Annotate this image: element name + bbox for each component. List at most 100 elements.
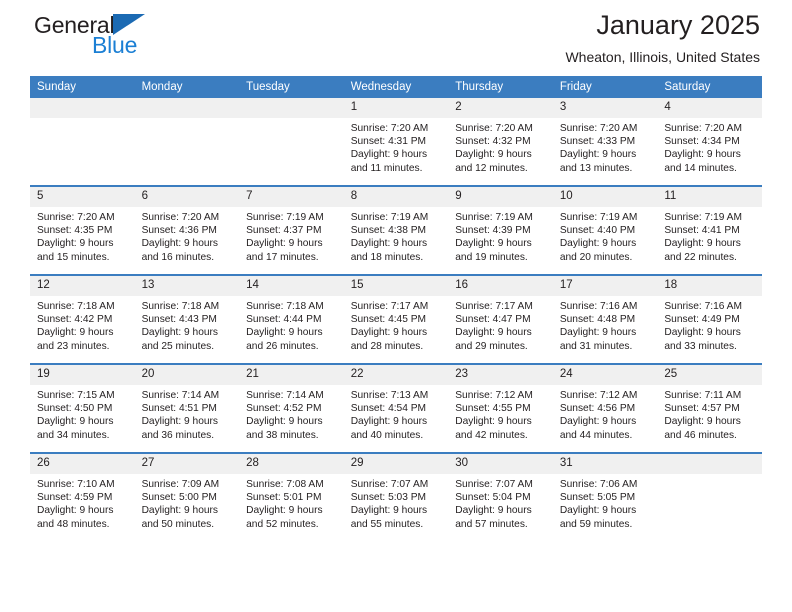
day-number: 15 (343, 276, 449, 296)
calendar-day-cell[interactable]: 23 Sunrise: 7:12 AM Sunset: 4:55 PM Dayligh… (448, 363, 553, 453)
day-sun-info: Sunrise: 7:11 AM Sunset: 4:57 PM Daylight:… (657, 385, 762, 443)
calendar-day-cell[interactable]: 20 Sunrise: 7:14 AM Sunset: 4:51 PM Dayligh… (134, 363, 240, 453)
day-number: 4 (657, 98, 762, 118)
day-info-line: Sunrise: 7:12 AM (559, 389, 638, 401)
day-number: 14 (239, 276, 344, 296)
day-sun-info: Sunrise: 7:19 AM Sunset: 4:40 PM Daylight:… (553, 207, 658, 265)
day-info-line: Sunrise: 7:20 AM (559, 122, 638, 134)
day-info-line: and 20 minutes. (559, 251, 633, 263)
day-info-line: Daylight: 9 hours (37, 416, 114, 428)
calendar-day-cell[interactable]: 17 Sunrise: 7:16 AM Sunset: 4:48 PM Dayligh… (552, 274, 658, 364)
day-sun-info: Sunrise: 7:08 AM Sunset: 5:01 PM Daylight:… (239, 474, 344, 532)
day-number: 23 (448, 365, 553, 385)
day-info-line: Sunset: 4:48 PM (559, 314, 636, 326)
day-sun-info: Sunrise: 7:15 AM Sunset: 4:50 PM Daylight:… (30, 385, 135, 443)
day-info-line: Sunset: 4:31 PM (350, 136, 427, 148)
day-number (30, 98, 135, 118)
calendar-day-cell[interactable]: 16 Sunrise: 7:17 AM Sunset: 4:47 PM Dayligh… (448, 274, 553, 364)
day-info-line: Sunset: 4:35 PM (37, 225, 113, 237)
day-info-line: Daylight: 9 hours (559, 416, 637, 428)
day-info-line: Sunset: 5:04 PM (455, 492, 531, 504)
day-info-line: Sunset: 4:54 PM (350, 403, 427, 415)
calendar-day-cell[interactable]: 8 Sunrise: 7:19 AM Sunset: 4:38 PM Daylight… (343, 185, 449, 275)
day-info-line: Sunrise: 7:19 AM (455, 211, 533, 223)
day-number: 5 (30, 187, 135, 207)
day-info-line: Sunset: 4:56 PM (559, 403, 636, 415)
day-sun-info: Sunrise: 7:18 AM Sunset: 4:43 PM Daylight:… (135, 296, 240, 354)
day-info-line: and 55 minutes. (350, 518, 424, 530)
day-info-line: and 48 minutes. (37, 518, 110, 530)
day-sun-info: Sunrise: 7:20 AM Sunset: 4:36 PM Daylight:… (135, 207, 240, 265)
day-number: 22 (343, 365, 449, 385)
calendar-day-cell[interactable]: 21 Sunrise: 7:14 AM Sunset: 4:52 PM Dayligh… (239, 363, 344, 453)
day-info-line: Sunrise: 7:11 AM (664, 389, 742, 401)
calendar-day-cell[interactable]: 26 Sunrise: 7:10 AM Sunset: 4:59 PM Dayligh… (30, 452, 135, 541)
day-info-line: Daylight: 9 hours (455, 238, 532, 250)
calendar-day-cell[interactable]: 19 Sunrise: 7:15 AM Sunset: 4:50 PM Dayligh… (30, 363, 135, 453)
calendar-day-cell[interactable]: 22 Sunrise: 7:13 AM Sunset: 4:54 PM Dayligh… (343, 363, 449, 453)
calendar-day-cell[interactable]: 28 Sunrise: 7:08 AM Sunset: 5:01 PM Dayligh… (239, 452, 344, 541)
day-info-line: Sunrise: 7:20 AM (455, 122, 533, 134)
day-number: 31 (552, 454, 658, 474)
calendar-week-row: 1 Sunrise: 7:20 AM Sunset: 4:31 PM Daylight… (30, 98, 762, 186)
day-info-line: Sunset: 4:38 PM (350, 225, 427, 237)
day-info-line: Daylight: 9 hours (350, 505, 428, 517)
day-info-line: Sunrise: 7:20 AM (350, 122, 429, 134)
calendar-day-cell[interactable]: 10 Sunrise: 7:19 AM Sunset: 4:40 PM Dayligh… (552, 185, 658, 275)
calendar-day-cell[interactable]: 1 Sunrise: 7:20 AM Sunset: 4:31 PM Daylight… (343, 98, 449, 186)
day-sun-info: Sunrise: 7:10 AM Sunset: 4:59 PM Daylight:… (30, 474, 135, 532)
calendar-day-cell[interactable]: 14 Sunrise: 7:18 AM Sunset: 4:44 PM Dayligh… (239, 274, 344, 364)
calendar-week-row: 12 Sunrise: 7:18 AM Sunset: 4:42 PM Dayligh… (30, 274, 762, 364)
calendar-day-cell[interactable]: 24 Sunrise: 7:12 AM Sunset: 4:56 PM Dayligh… (552, 363, 658, 453)
day-number: 26 (30, 454, 135, 474)
calendar-day-cell[interactable]: 15 Sunrise: 7:17 AM Sunset: 4:45 PM Dayligh… (343, 274, 449, 364)
day-sun-info: Sunrise: 7:06 AM Sunset: 5:05 PM Daylight:… (553, 474, 658, 532)
calendar-day-cell[interactable]: 2 Sunrise: 7:20 AM Sunset: 4:32 PM Daylight… (448, 98, 553, 186)
calendar-day-cell[interactable]: 29 Sunrise: 7:07 AM Sunset: 5:03 PM Dayligh… (343, 452, 449, 541)
calendar-day-cell[interactable]: 6 Sunrise: 7:20 AM Sunset: 4:36 PM Daylight… (134, 185, 240, 275)
day-number: 10 (552, 187, 658, 207)
calendar-empty-cell (239, 98, 344, 186)
day-number: 12 (30, 276, 135, 296)
calendar-day-cell[interactable]: 7 Sunrise: 7:19 AM Sunset: 4:37 PM Daylight… (239, 185, 344, 275)
weekday-header-cell: Saturday (657, 76, 762, 98)
calendar-day-cell[interactable]: 18 Sunrise: 7:16 AM Sunset: 4:49 PM Dayligh… (657, 274, 762, 364)
day-number: 6 (134, 187, 240, 207)
day-number: 9 (448, 187, 553, 207)
day-info-line: and 59 minutes. (559, 518, 633, 530)
calendar-day-cell[interactable]: 27 Sunrise: 7:09 AM Sunset: 5:00 PM Dayligh… (134, 452, 240, 541)
day-number: 8 (343, 187, 449, 207)
day-info-line: and 57 minutes. (455, 518, 528, 530)
day-sun-info: Sunrise: 7:09 AM Sunset: 5:00 PM Daylight:… (135, 474, 240, 532)
day-info-line: Daylight: 9 hours (664, 416, 741, 428)
calendar-day-cell[interactable]: 12 Sunrise: 7:18 AM Sunset: 4:42 PM Dayligh… (30, 274, 135, 364)
calendar-day-cell[interactable]: 30 Sunrise: 7:07 AM Sunset: 5:04 PM Dayligh… (448, 452, 553, 541)
day-info-line: and 29 minutes. (455, 340, 528, 352)
day-info-line: Sunrise: 7:17 AM (455, 300, 533, 312)
weekday-header-cell: Tuesday (239, 76, 344, 98)
calendar-day-cell[interactable]: 4 Sunrise: 7:20 AM Sunset: 4:34 PM Daylight… (657, 98, 762, 186)
day-info-line: Sunset: 5:00 PM (141, 492, 217, 504)
calendar-day-cell[interactable]: 3 Sunrise: 7:20 AM Sunset: 4:33 PM Daylight… (552, 98, 658, 186)
calendar-day-cell[interactable]: 13 Sunrise: 7:18 AM Sunset: 4:43 PM Dayligh… (134, 274, 240, 364)
day-info-line: Daylight: 9 hours (246, 505, 323, 517)
day-number: 25 (657, 365, 762, 385)
calendar-day-cell[interactable]: 5 Sunrise: 7:20 AM Sunset: 4:35 PM Daylight… (30, 185, 135, 275)
day-number: 29 (343, 454, 449, 474)
day-sun-info: Sunrise: 7:20 AM Sunset: 4:32 PM Daylight:… (448, 118, 553, 176)
calendar-day-cell[interactable]: 9 Sunrise: 7:19 AM Sunset: 4:39 PM Daylight… (448, 185, 553, 275)
page-header: General Blue January 2025 Wheaton, Illin… (30, 0, 762, 76)
day-number (134, 98, 240, 118)
day-info-line: and 15 minutes. (37, 251, 110, 263)
day-info-line: Sunset: 4:34 PM (664, 136, 740, 148)
day-info-line: Daylight: 9 hours (350, 416, 428, 428)
calendar-day-cell[interactable]: 25 Sunrise: 7:11 AM Sunset: 4:57 PM Dayligh… (657, 363, 762, 453)
day-sun-info: Sunrise: 7:19 AM Sunset: 4:39 PM Daylight:… (448, 207, 553, 265)
calendar-day-cell[interactable]: 31 Sunrise: 7:06 AM Sunset: 5:05 PM Dayligh… (552, 452, 658, 541)
day-info-line: Sunset: 4:41 PM (664, 225, 740, 237)
general-blue-logo[interactable]: General Blue (34, 14, 146, 57)
calendar-day-cell[interactable]: 11 Sunrise: 7:19 AM Sunset: 4:41 PM Dayligh… (657, 185, 762, 275)
day-info-line: Sunrise: 7:20 AM (141, 211, 220, 223)
day-info-line: Sunrise: 7:07 AM (455, 478, 533, 490)
day-sun-info: Sunrise: 7:17 AM Sunset: 4:45 PM Daylight:… (344, 296, 449, 354)
